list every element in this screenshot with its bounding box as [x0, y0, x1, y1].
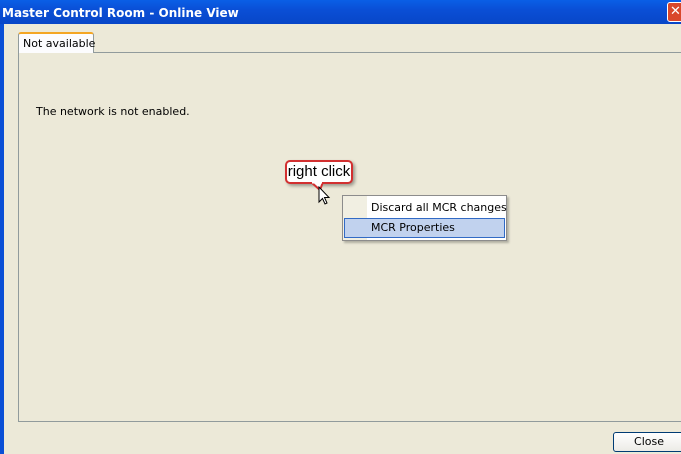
- window-close-icon[interactable]: ✕: [667, 2, 681, 22]
- menu-item-discard-changes[interactable]: Discard all MCR changes: [344, 198, 507, 218]
- right-click-callout: right click: [285, 160, 353, 184]
- window-title: Master Control Room - Online View: [2, 6, 239, 20]
- network-status-message: The network is not enabled.: [36, 105, 190, 118]
- menu-item-mcr-properties[interactable]: MCR Properties: [344, 218, 505, 238]
- tab-label: Not available: [23, 37, 96, 50]
- mouse-cursor-icon: [318, 186, 331, 205]
- context-menu: Discard all MCR changes MCR Properties: [342, 195, 507, 241]
- window-left-border: [0, 24, 4, 454]
- close-button[interactable]: Close: [613, 432, 681, 452]
- window-titlebar[interactable]: Master Control Room - Online View ✕: [0, 0, 681, 24]
- tab-not-available[interactable]: Not available: [18, 32, 96, 53]
